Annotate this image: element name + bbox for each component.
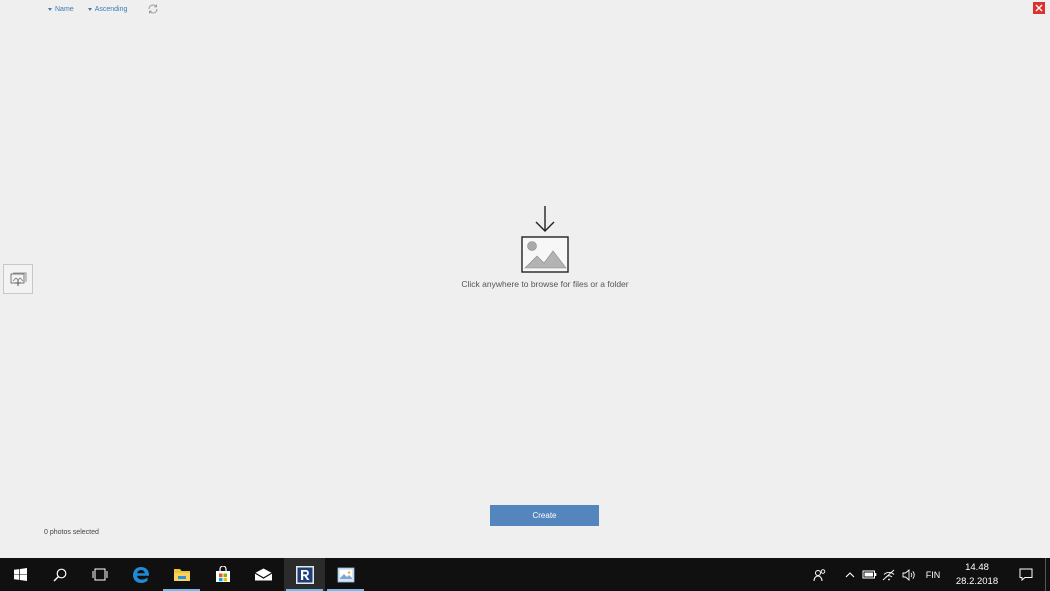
add-photos-button[interactable] bbox=[3, 264, 33, 294]
start-button[interactable] bbox=[0, 558, 40, 591]
sort-field-dropdown[interactable]: Name bbox=[48, 6, 74, 13]
drop-hint-text: Click anywhere to browse for files or a … bbox=[461, 279, 629, 289]
file-explorer-icon bbox=[173, 569, 190, 581]
taskbar-store[interactable] bbox=[202, 558, 243, 591]
app-window: Name Ascending Click anywhere to browse … bbox=[0, 0, 1050, 558]
chevron-up-icon bbox=[845, 572, 855, 578]
taskbar-file-explorer[interactable] bbox=[161, 558, 202, 591]
taskbar-mail[interactable] bbox=[243, 558, 284, 591]
sort-field-label: Name bbox=[55, 5, 74, 13]
mail-icon bbox=[254, 568, 273, 581]
volume-icon bbox=[902, 568, 915, 581]
people-icon bbox=[813, 568, 826, 581]
edge-icon bbox=[132, 566, 149, 583]
show-desktop-button[interactable] bbox=[1045, 558, 1050, 591]
close-button[interactable] bbox=[1033, 2, 1045, 14]
volume-button[interactable] bbox=[899, 558, 919, 591]
wifi-icon bbox=[882, 569, 895, 580]
photo-app-icon bbox=[337, 567, 354, 583]
system-tray: FIN 14.48 28.2.2018 bbox=[805, 558, 1050, 591]
clock-time: 14.48 bbox=[965, 561, 989, 573]
sort-order-label: Ascending bbox=[94, 5, 128, 13]
taskbar-r-app[interactable] bbox=[284, 558, 325, 591]
caret-down-icon bbox=[48, 7, 52, 11]
image-placeholder-icon bbox=[521, 236, 569, 273]
taskbar-photo-app[interactable] bbox=[325, 558, 366, 591]
language-indicator[interactable]: FIN bbox=[919, 570, 947, 580]
search-button[interactable] bbox=[40, 558, 80, 591]
add-photos-icon bbox=[10, 272, 27, 286]
windows-start-icon bbox=[13, 568, 27, 581]
action-center-button[interactable] bbox=[1007, 558, 1045, 591]
task-view-button[interactable] bbox=[80, 558, 120, 591]
refresh-icon[interactable] bbox=[147, 3, 159, 15]
battery-button[interactable] bbox=[859, 558, 879, 591]
arrow-down-icon bbox=[535, 206, 555, 232]
battery-icon bbox=[862, 570, 876, 579]
r-app-icon bbox=[295, 565, 314, 584]
close-icon bbox=[1035, 4, 1043, 12]
selected-count: 0 photos selected bbox=[44, 529, 99, 536]
clock[interactable]: 14.48 28.2.2018 bbox=[947, 561, 1007, 589]
caret-down-icon bbox=[87, 7, 92, 11]
sort-order-dropdown[interactable]: Ascending bbox=[87, 5, 128, 13]
task-view-icon bbox=[92, 568, 108, 581]
search-icon bbox=[53, 568, 67, 581]
drop-zone[interactable]: Click anywhere to browse for files or a … bbox=[440, 205, 650, 305]
notification-icon bbox=[1019, 568, 1033, 581]
create-button[interactable]: Create bbox=[490, 505, 599, 526]
store-icon bbox=[215, 566, 230, 582]
sort-bar: Name Ascending bbox=[48, 3, 159, 15]
taskbar: FIN 14.48 28.2.2018 bbox=[0, 558, 1050, 591]
people-button[interactable] bbox=[805, 558, 835, 591]
show-hidden-icons-button[interactable] bbox=[841, 558, 859, 591]
clock-date: 28.2.2018 bbox=[955, 575, 999, 587]
taskbar-edge[interactable] bbox=[120, 558, 161, 591]
network-button[interactable] bbox=[879, 558, 899, 591]
